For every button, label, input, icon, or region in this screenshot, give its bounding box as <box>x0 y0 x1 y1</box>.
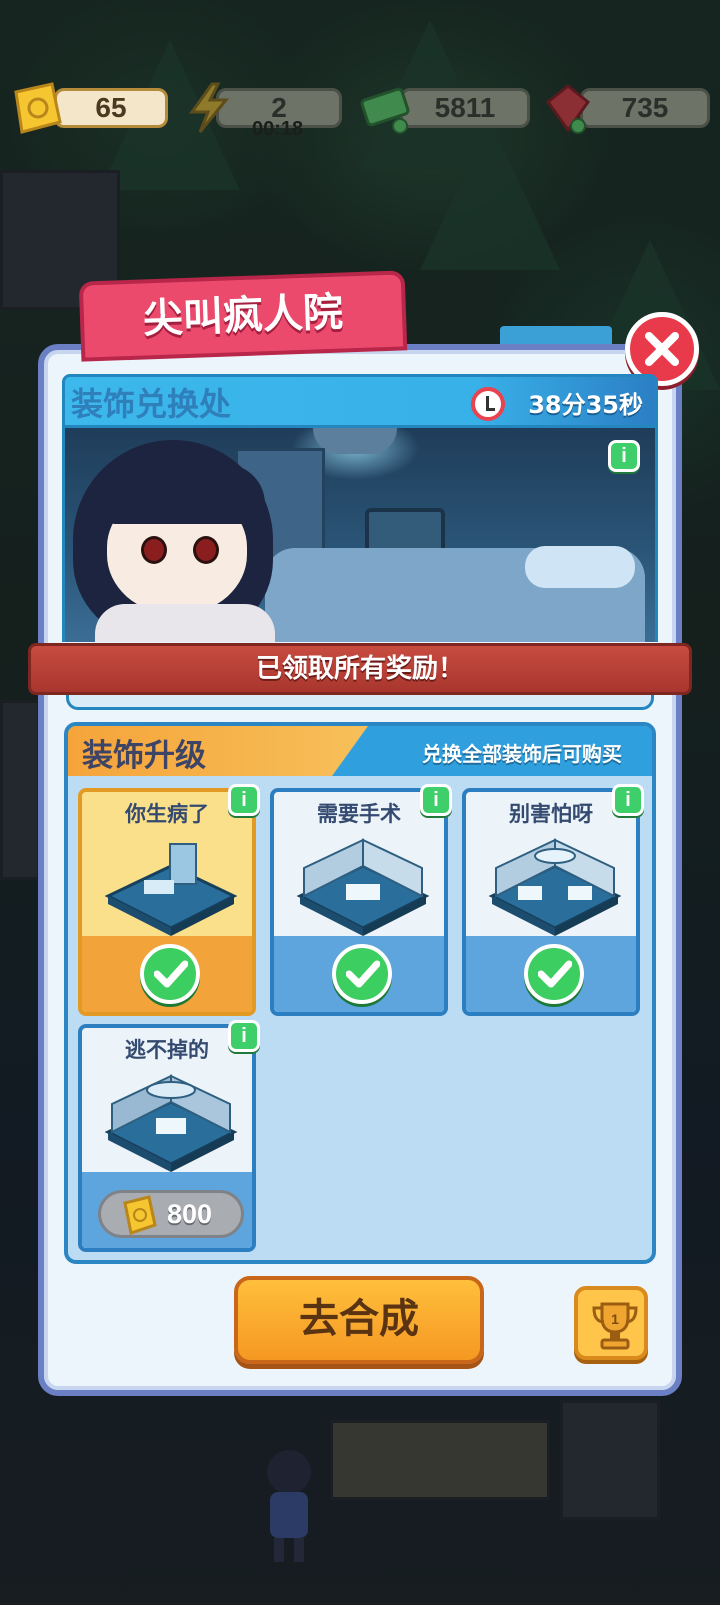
ticket-icon <box>14 82 62 134</box>
decor-card-name: 需要手术 <box>317 802 401 826</box>
owned-check-badge <box>524 944 584 1004</box>
exchange-banner-image <box>62 428 658 642</box>
ceiling-lamp <box>313 428 397 454</box>
owned-check-badge <box>140 944 200 1004</box>
info-icon[interactable]: i <box>420 784 452 816</box>
tickets-value: 65 <box>54 88 168 128</box>
decor-card-name: 别害怕呀 <box>509 802 593 826</box>
check-icon <box>538 960 572 988</box>
decor-card-name: 你生病了 <box>125 802 209 826</box>
room-thumbnail <box>104 1074 238 1172</box>
check-icon <box>346 960 380 988</box>
cash-counter[interactable]: 5811 <box>360 86 530 134</box>
gems-counter[interactable]: 735 <box>540 84 710 134</box>
owned-check-badge <box>332 944 392 1004</box>
decor-card[interactable]: 你生病了 <box>78 788 256 1016</box>
buy-price-button[interactable]: 800 <box>98 1190 244 1238</box>
cash-value: 5811 <box>400 88 530 128</box>
decor-card[interactable]: 逃不掉的 800 <box>78 1024 256 1252</box>
upgrade-header: 装饰升级 兑换全部装饰后可购买 <box>68 726 652 776</box>
room-thumbnail <box>488 838 622 936</box>
decor-card-footer <box>274 936 444 1012</box>
pillow <box>525 546 635 588</box>
gem-icon <box>545 84 591 134</box>
tickets-counter[interactable]: 65 <box>8 82 168 134</box>
exchange-title: 装饰兑换处 <box>71 385 232 423</box>
info-icon[interactable]: i <box>228 784 260 816</box>
exchange-header: 装饰兑换处 38分35秒 <box>62 374 658 428</box>
check-icon <box>154 960 188 988</box>
character-eye <box>193 536 219 564</box>
exchange-countdown: 38分35秒 <box>528 391 643 419</box>
room-thumbnail <box>104 843 238 936</box>
room-thumbnail <box>296 838 430 936</box>
trophy-rank: 1 <box>611 1311 619 1327</box>
decor-card-name: 逃不掉的 <box>125 1038 209 1062</box>
clock-icon <box>471 387 505 421</box>
trophy-button[interactable]: 1 <box>574 1286 648 1360</box>
decor-card[interactable]: 别害怕呀 <box>462 788 640 1016</box>
character-bangs <box>95 464 265 524</box>
info-icon[interactable]: i <box>228 1020 260 1052</box>
decor-card[interactable]: 需要手术 <box>270 788 448 1016</box>
trophy-icon: 1 <box>592 1302 638 1350</box>
decor-card-footer <box>82 936 252 1012</box>
decor-card-footer: 800 <box>82 1172 252 1248</box>
info-icon[interactable]: i <box>612 784 644 816</box>
gems-value: 735 <box>580 88 710 128</box>
player-character <box>267 1450 311 1562</box>
panel-title: 尖叫疯人院 <box>78 270 408 362</box>
lightning-icon <box>189 82 230 133</box>
decor-card-footer <box>466 936 636 1012</box>
price-value: 800 <box>167 1199 213 1229</box>
character-body <box>95 604 275 642</box>
energy-timer: 00:18 <box>252 118 304 140</box>
upgrade-note: 兑换全部装饰后可购买 <box>422 742 622 766</box>
all-rewards-claimed-ribbon: 已领取所有奖励！ <box>28 643 692 695</box>
ticket-icon <box>123 1195 157 1235</box>
info-icon[interactable]: i <box>608 440 640 472</box>
cash-icon <box>360 87 410 134</box>
upgrade-title: 装饰升级 <box>82 738 206 774</box>
go-merge-button[interactable]: 去合成 <box>234 1276 484 1364</box>
close-icon <box>645 332 679 366</box>
character-eye <box>141 536 167 564</box>
